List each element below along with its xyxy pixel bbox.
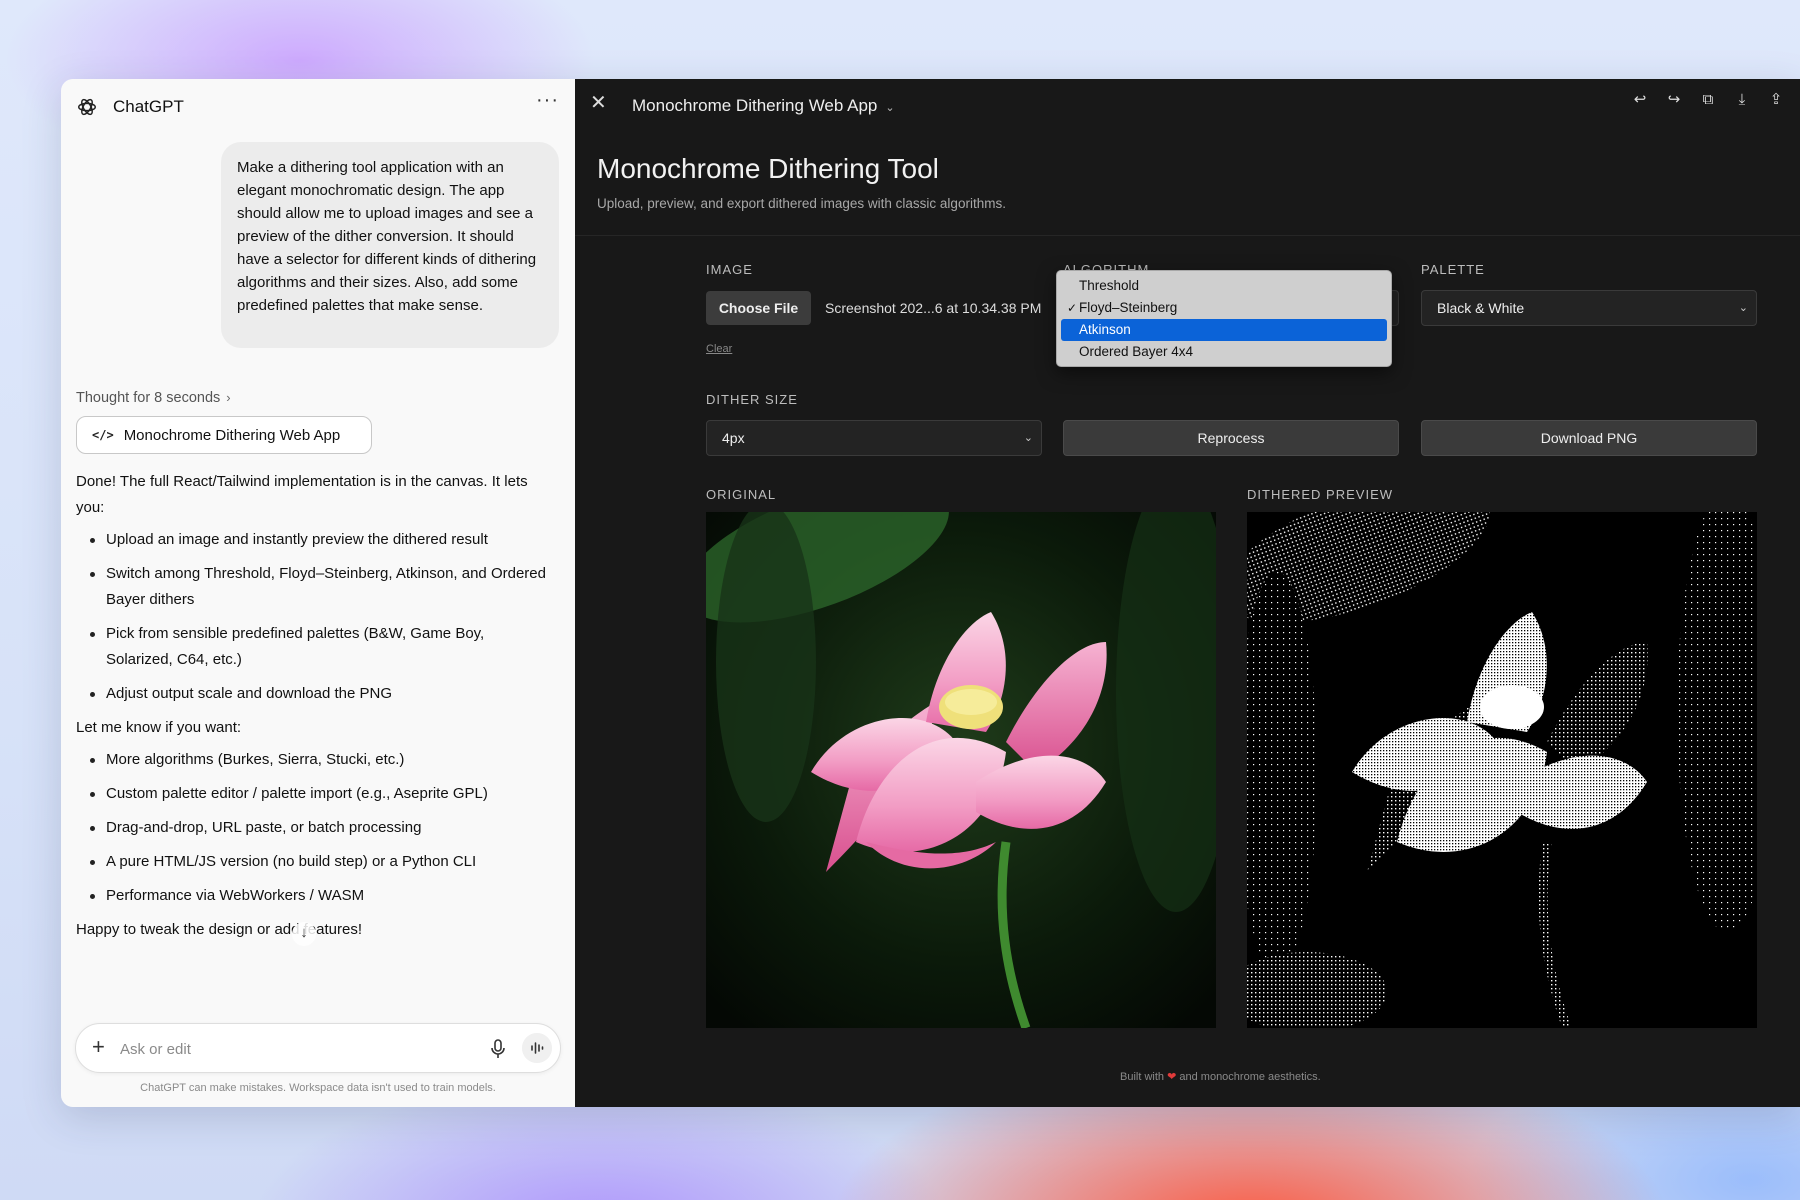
thought-label: Thought for 8 seconds bbox=[76, 390, 221, 406]
list-item: More algorithms (Burkes, Sierra, Stucki,… bbox=[76, 747, 546, 773]
footer-pre: Built with bbox=[1120, 1071, 1165, 1083]
dithered-preview-label: Dithered Preview bbox=[1247, 487, 1394, 502]
canvas-header: ✕ Monochrome Dithering Web App ⌄ ↩ ↪ ⧉ ⤓ … bbox=[575, 79, 1800, 127]
menu-item-ordered-bayer[interactable]: Ordered Bayer 4x4 bbox=[1061, 341, 1387, 363]
list-item: Upload an image and instantly preview th… bbox=[76, 527, 546, 553]
app-window: ChatGPT ··· Make a dithering tool applic… bbox=[61, 79, 1800, 1107]
download-icon[interactable]: ⤓ bbox=[1732, 90, 1752, 110]
share-icon[interactable]: ⇪ bbox=[1766, 90, 1786, 110]
palette-label: Palette bbox=[1421, 262, 1485, 277]
canvas-panel: ✕ Monochrome Dithering Web App ⌄ ↩ ↪ ⧉ ⤓ … bbox=[575, 79, 1800, 1107]
composer-input[interactable] bbox=[120, 1037, 450, 1061]
original-image bbox=[706, 512, 1216, 1028]
choose-file-button[interactable]: Choose File bbox=[706, 291, 811, 325]
composer: + bbox=[75, 1023, 561, 1073]
file-name: Screenshot 202...6 at 10.34.38 PM bbox=[825, 300, 1042, 316]
original-label: Original bbox=[706, 487, 777, 502]
checkmark-icon: ✓ bbox=[1067, 301, 1078, 315]
scroll-down-icon[interactable]: ↓ bbox=[292, 922, 316, 946]
plus-icon[interactable]: + bbox=[92, 1034, 105, 1060]
page-subtitle: Upload, preview, and export dithered ima… bbox=[597, 196, 1006, 211]
feature-list: Upload an image and instantly preview th… bbox=[76, 527, 546, 707]
list-item: Performance via WebWorkers / WASM bbox=[76, 883, 546, 909]
more-options-button[interactable]: ··· bbox=[536, 89, 559, 112]
redo-icon[interactable]: ↪ bbox=[1664, 90, 1684, 110]
menu-item-atkinson[interactable]: Atkinson bbox=[1061, 319, 1387, 341]
menu-item-floyd-steinberg[interactable]: ✓ Floyd–Steinberg bbox=[1061, 297, 1387, 319]
chevron-right-icon: › bbox=[226, 390, 231, 405]
assistant-reply: Done! The full React/Tailwind implementa… bbox=[76, 469, 546, 943]
code-icon: </> bbox=[92, 428, 114, 442]
footer-text: Built with ❤ and monochrome aesthetics. bbox=[1120, 1070, 1321, 1083]
dithered-lotus bbox=[1247, 512, 1757, 1028]
menu-item-label: Atkinson bbox=[1079, 322, 1131, 337]
menu-item-threshold[interactable]: Threshold bbox=[1061, 275, 1387, 297]
palette-select[interactable]: Black & White ⌄ bbox=[1421, 290, 1757, 326]
dithered-preview-image bbox=[1247, 512, 1757, 1028]
undo-icon[interactable]: ↩ bbox=[1630, 90, 1650, 110]
divider bbox=[575, 235, 1800, 236]
reply-intro: Done! The full React/Tailwind implementa… bbox=[76, 473, 528, 516]
chevron-down-icon: ⌄ bbox=[1738, 302, 1748, 314]
heart-icon: ❤ bbox=[1167, 1071, 1177, 1083]
dither-size-value: 4px bbox=[722, 430, 745, 446]
clear-link[interactable]: Clear bbox=[706, 343, 732, 355]
algorithm-dropdown-menu: Threshold ✓ Floyd–Steinberg Atkinson Orde… bbox=[1056, 270, 1392, 367]
page-title: Monochrome Dithering Tool bbox=[597, 153, 939, 184]
voice-mode-icon[interactable] bbox=[522, 1033, 552, 1063]
microphone-icon[interactable] bbox=[489, 1038, 507, 1060]
dither-size-select[interactable]: 4px ⌄ bbox=[706, 420, 1042, 456]
list-item: Pick from sensible predefined palettes (… bbox=[76, 621, 546, 673]
menu-item-label: Threshold bbox=[1079, 278, 1140, 293]
lotus-photo bbox=[706, 512, 1216, 1028]
dither-size-label: Dither Size bbox=[706, 392, 798, 407]
reprocess-button[interactable]: Reprocess bbox=[1063, 420, 1399, 456]
user-message-bubble: Make a dithering tool application with a… bbox=[221, 142, 559, 348]
canvas-title[interactable]: Monochrome Dithering Web App ⌄ bbox=[632, 96, 895, 116]
disclaimer: ChatGPT can make mistakes. Workspace dat… bbox=[140, 1082, 496, 1094]
canvas-chip-label: Monochrome Dithering Web App bbox=[123, 426, 341, 444]
chevron-down-icon: ⌄ bbox=[885, 102, 895, 114]
chat-header: ChatGPT ··· bbox=[61, 79, 575, 135]
reply-followup: Let me know if you want: bbox=[76, 719, 242, 736]
footer-post: and monochrome aesthetics. bbox=[1179, 1071, 1321, 1083]
list-item: Custom palette editor / palette import (… bbox=[76, 781, 546, 807]
copy-icon[interactable]: ⧉ bbox=[1698, 90, 1718, 110]
canvas-title-text: Monochrome Dithering Web App bbox=[632, 96, 878, 115]
list-item: A pure HTML/JS version (no build step) o… bbox=[76, 849, 546, 875]
list-item: Drag-and-drop, URL paste, or batch proce… bbox=[76, 815, 546, 841]
chat-app-title: ChatGPT bbox=[113, 97, 184, 116]
menu-item-label: Ordered Bayer 4x4 bbox=[1079, 344, 1194, 359]
list-item: Adjust output scale and download the PNG bbox=[76, 681, 546, 707]
thought-toggle[interactable]: Thought for 8 seconds › bbox=[76, 390, 231, 406]
canvas-link-chip[interactable]: </> Monochrome Dithering Web App bbox=[76, 416, 372, 454]
chevron-down-icon: ⌄ bbox=[1023, 432, 1033, 444]
options-list: More algorithms (Burkes, Sierra, Stucki,… bbox=[76, 747, 546, 909]
palette-value: Black & White bbox=[1437, 300, 1525, 316]
list-item: Switch among Threshold, Floyd–Steinberg,… bbox=[76, 561, 546, 613]
canvas-toolbar: ↩ ↪ ⧉ ⤓ ⇪ bbox=[1630, 90, 1786, 110]
chat-panel: ChatGPT ··· Make a dithering tool applic… bbox=[61, 79, 575, 1107]
menu-item-label: Floyd–Steinberg bbox=[1079, 300, 1178, 315]
close-icon[interactable]: ✕ bbox=[590, 90, 607, 115]
image-label: Image bbox=[706, 262, 753, 277]
download-png-button[interactable]: Download PNG bbox=[1421, 420, 1757, 456]
openai-logo-icon bbox=[78, 98, 96, 116]
